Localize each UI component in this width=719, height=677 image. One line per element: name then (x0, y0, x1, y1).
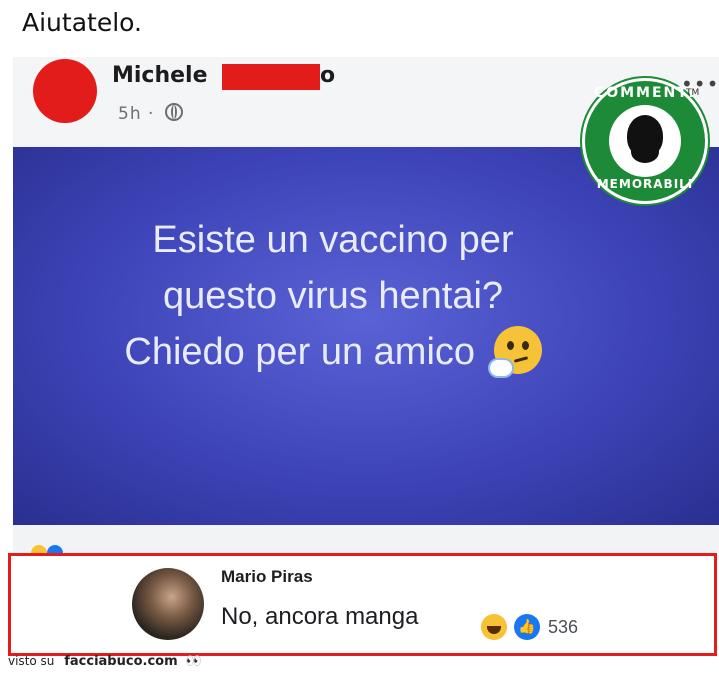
post-reactions-strip (13, 540, 719, 554)
eyes-icon: 👀 (185, 654, 202, 669)
post-author-name-tail[interactable]: o (320, 63, 335, 88)
commenter-name[interactable]: Mario Piras (221, 567, 313, 587)
haha-reaction-icon (481, 614, 507, 640)
image-text-line: Esiste un vaccino per (152, 219, 514, 261)
footer-prefix: visto su (8, 654, 55, 668)
thinking-face-icon (487, 326, 542, 378)
post-image-text: Esiste un vaccino per questo virus henta… (13, 212, 653, 380)
post-image[interactable]: Esiste un vaccino per questo virus henta… (13, 147, 719, 525)
meta-separator: · (148, 104, 155, 124)
commenter-avatar[interactable] (132, 568, 204, 640)
reaction-count: 536 (548, 617, 579, 637)
meme-caption: Aiutatelo. (22, 8, 142, 37)
trademark-mark: TM (686, 88, 700, 98)
like-reaction-icon: 👍 (514, 614, 540, 640)
comment-text: No, ancora manga (221, 603, 419, 630)
redacted-avatar[interactable] (33, 59, 97, 123)
image-text-line: questo virus hentai? (162, 275, 504, 317)
highlighted-comment: Mario Piras No, ancora manga 👍 536 (8, 553, 717, 656)
post-time[interactable]: 5h (118, 104, 142, 124)
globe-icon (164, 103, 183, 121)
image-text-line: Chiedo per un amico (13, 324, 653, 380)
post-author-name[interactable]: Michele (112, 63, 208, 88)
watermark-footer: visto su facciabuco.com 👀 (8, 654, 202, 669)
footer-site[interactable]: facciabuco.com (64, 654, 177, 669)
name-redaction-bar (222, 64, 320, 90)
post-meta: 5h · (118, 103, 183, 124)
